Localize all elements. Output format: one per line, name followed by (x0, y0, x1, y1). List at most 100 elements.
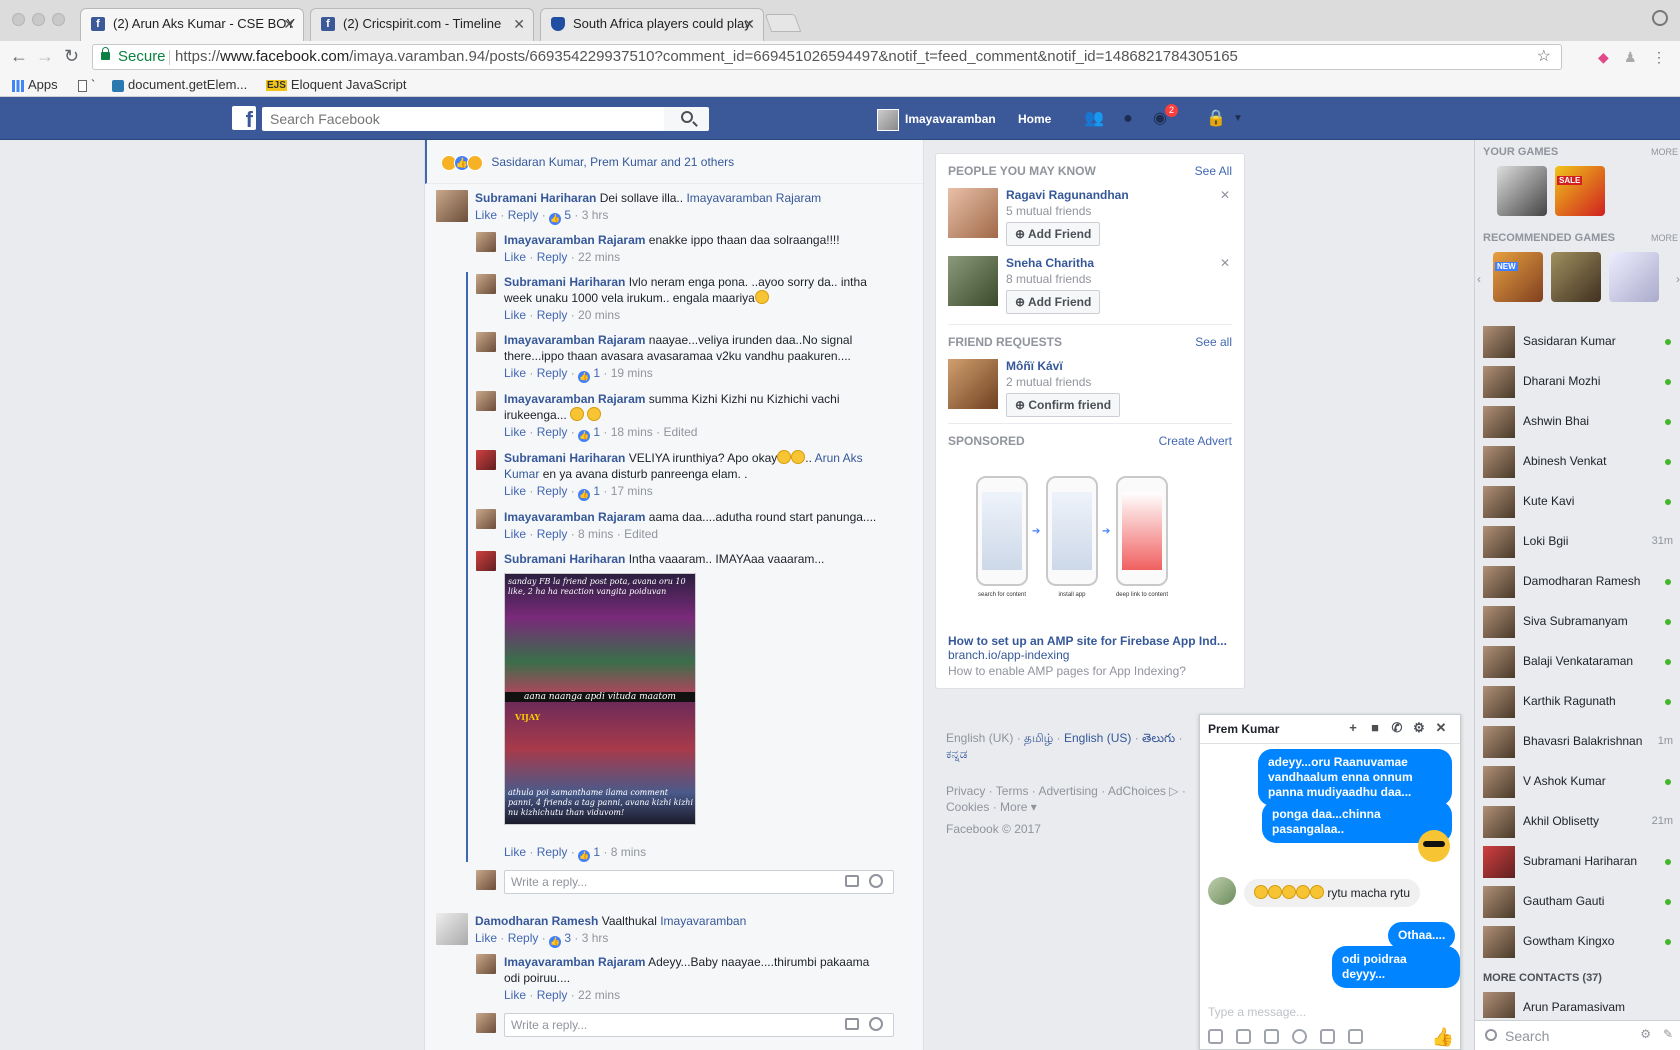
close-window-button[interactable] (12, 13, 25, 26)
address-bar[interactable]: Secure https://www.facebook.com/imaya.va… (92, 44, 1562, 70)
more-link[interactable]: MORE (1651, 147, 1678, 157)
reply-link[interactable]: Reply (537, 988, 568, 1002)
like-link[interactable]: Like (504, 308, 526, 322)
like-count[interactable]: 3 (564, 931, 571, 945)
profile-icon[interactable] (1652, 10, 1668, 26)
tab-arun-aks-kumar[interactable]: f (2) Arun Aks Kumar - CSE BOY ✕ (80, 8, 304, 41)
close-tab-icon[interactable]: ✕ (513, 9, 525, 39)
tab-cricspirit[interactable]: f (2) Cricspirit.com - Timeline ✕ (310, 8, 534, 41)
mutual-friends[interactable]: 5 mutual friends (1006, 204, 1232, 218)
like-count[interactable]: 1 (593, 366, 600, 380)
profile-photo[interactable] (948, 188, 998, 238)
game-howzat-cricket[interactable] (1497, 166, 1547, 216)
reply-link[interactable]: Reply (537, 250, 568, 264)
photo-icon[interactable] (1208, 1029, 1223, 1044)
like-count[interactable]: 5 (564, 208, 571, 222)
edited-label[interactable]: Edited (624, 527, 658, 541)
gear-icon[interactable]: ⚙ (1412, 721, 1426, 735)
contact-item[interactable]: Gautham Gauti (1483, 886, 1673, 918)
comment-author[interactable]: Imayavaramban Rajaram (504, 233, 645, 247)
facebook-search-input[interactable] (262, 107, 664, 131)
timestamp[interactable]: 8 mins (578, 527, 613, 541)
more-link[interactable]: MORE (1651, 233, 1678, 243)
bookmark-backtick[interactable]: ` (78, 77, 95, 92)
emoji-icon[interactable] (869, 874, 883, 888)
video-call-icon[interactable]: ■ (1368, 721, 1382, 735)
facebook-logo[interactable]: f (232, 106, 256, 130)
extension-icon[interactable]: ♟ (1624, 49, 1637, 65)
like-count[interactable]: 1 (593, 845, 600, 859)
privacy-shortcuts-icon[interactable]: 🔒 (1206, 109, 1226, 129)
profile-link[interactable]: Imayavaramban (877, 107, 996, 131)
like-count[interactable]: 1 (593, 425, 600, 439)
bookmark-eloquent-js[interactable]: EJS Eloquent JavaScript (266, 77, 407, 92)
like-count[interactable]: 1 (593, 484, 600, 498)
close-icon[interactable]: ✕ (1220, 256, 1230, 270)
menu-icon[interactable]: ⋮ (1652, 49, 1666, 65)
extension-color-icon[interactable]: ◆ (1598, 49, 1609, 65)
like-link[interactable]: Like (504, 845, 526, 859)
contact-item[interactable]: Kute Kavi (1483, 486, 1673, 518)
contact-item[interactable]: Gowtham Kingxo (1483, 926, 1673, 958)
see-all-link[interactable]: See all (1195, 335, 1232, 349)
chevron-right-icon[interactable]: › (1676, 272, 1680, 286)
contact-item[interactable]: V Ashok Kumar (1483, 766, 1673, 798)
add-friend-button[interactable]: ⊕ Add Friend (1006, 222, 1101, 246)
notifications-icon[interactable]: ◉ 2 (1150, 103, 1180, 129)
tagged-user[interactable]: Imayavaramban (660, 914, 746, 928)
tagged-user[interactable]: Arun Aks (815, 451, 863, 465)
mutual-friends[interactable]: 2 mutual friends (1006, 375, 1232, 389)
friend-name[interactable]: Môñï Kávï (1006, 359, 1232, 373)
contact-item[interactable]: Bhavasri Balakrishnan 1m (1483, 726, 1673, 758)
confirm-friend-button[interactable]: ⊕ Confirm friend (1006, 393, 1121, 417)
thumbs-up-icon[interactable]: 👍 (1432, 1027, 1454, 1048)
like-link[interactable]: Like (504, 527, 526, 541)
chat-header[interactable]: Prem Kumar + ■ ✆ ⚙ ✕ (1200, 715, 1460, 744)
contact-item[interactable]: Subramani Hariharan (1483, 846, 1673, 878)
comment-author[interactable]: Imayavaramban Rajaram (504, 333, 645, 347)
language-link[interactable]: தமிழ் (1024, 731, 1053, 745)
avatar[interactable] (476, 332, 496, 352)
camera-icon[interactable] (845, 875, 859, 887)
contact-search[interactable]: Search ⚙ ✎ (1475, 1020, 1680, 1050)
reply-link[interactable]: Reply (508, 208, 539, 222)
timestamp[interactable]: 17 mins (611, 484, 653, 498)
comment-author[interactable]: Subramani Hariharan (504, 552, 625, 566)
timestamp[interactable]: 19 mins (611, 366, 653, 380)
gear-icon[interactable]: ⚙ (1640, 1027, 1651, 1041)
language-link[interactable]: తెలుగు (1142, 731, 1175, 745)
game-recommended[interactable] (1609, 252, 1659, 302)
forward-icon[interactable]: → (36, 46, 54, 66)
avatar[interactable] (1208, 877, 1236, 905)
create-advert-link[interactable]: Create Advert (1159, 434, 1232, 448)
close-tab-icon[interactable]: ✕ (743, 9, 755, 39)
contact-item[interactable]: Abinesh Venkat (1483, 446, 1673, 478)
phone-icon[interactable]: ✆ (1390, 721, 1404, 735)
footer-link[interactable]: More (1000, 800, 1027, 814)
contact-item[interactable]: Loki Bgii 31m (1483, 526, 1673, 558)
like-link[interactable]: Like (504, 366, 526, 380)
timestamp[interactable]: 22 mins (578, 988, 620, 1002)
avatar[interactable] (436, 190, 468, 222)
add-icon[interactable]: + (1346, 721, 1360, 735)
footer-link[interactable]: Advertising (1038, 784, 1097, 798)
timestamp[interactable]: 3 hrs (582, 208, 609, 222)
game-recommended[interactable]: NEW (1493, 252, 1543, 302)
language-link[interactable]: ಕನ್ನಡ (946, 747, 967, 761)
contact-item[interactable]: Arun Paramasivam (1483, 992, 1673, 1018)
avatar[interactable] (476, 954, 496, 974)
tagged-user[interactable]: Imayavaramban Rajaram (686, 191, 821, 205)
avatar[interactable] (476, 509, 496, 529)
comment-author[interactable]: Subramani Hariharan (504, 451, 625, 465)
game-sale[interactable]: SALE (1555, 166, 1605, 216)
profile-photo[interactable] (948, 256, 998, 306)
avatar[interactable] (476, 551, 496, 571)
emoji-icon[interactable] (869, 1017, 883, 1031)
comment-author[interactable]: Imayavaramban Rajaram (504, 392, 645, 406)
chevron-down-icon[interactable]: ▼ (1228, 109, 1248, 129)
close-tab-icon[interactable]: ✕ (283, 9, 295, 39)
contact-item[interactable]: Balaji Venkataraman (1483, 646, 1673, 678)
avatar[interactable] (476, 232, 496, 252)
footer-link[interactable]: AdChoices (1108, 784, 1166, 798)
ad-image[interactable]: ➔ ➔ search for content install app deep … (948, 466, 1232, 626)
